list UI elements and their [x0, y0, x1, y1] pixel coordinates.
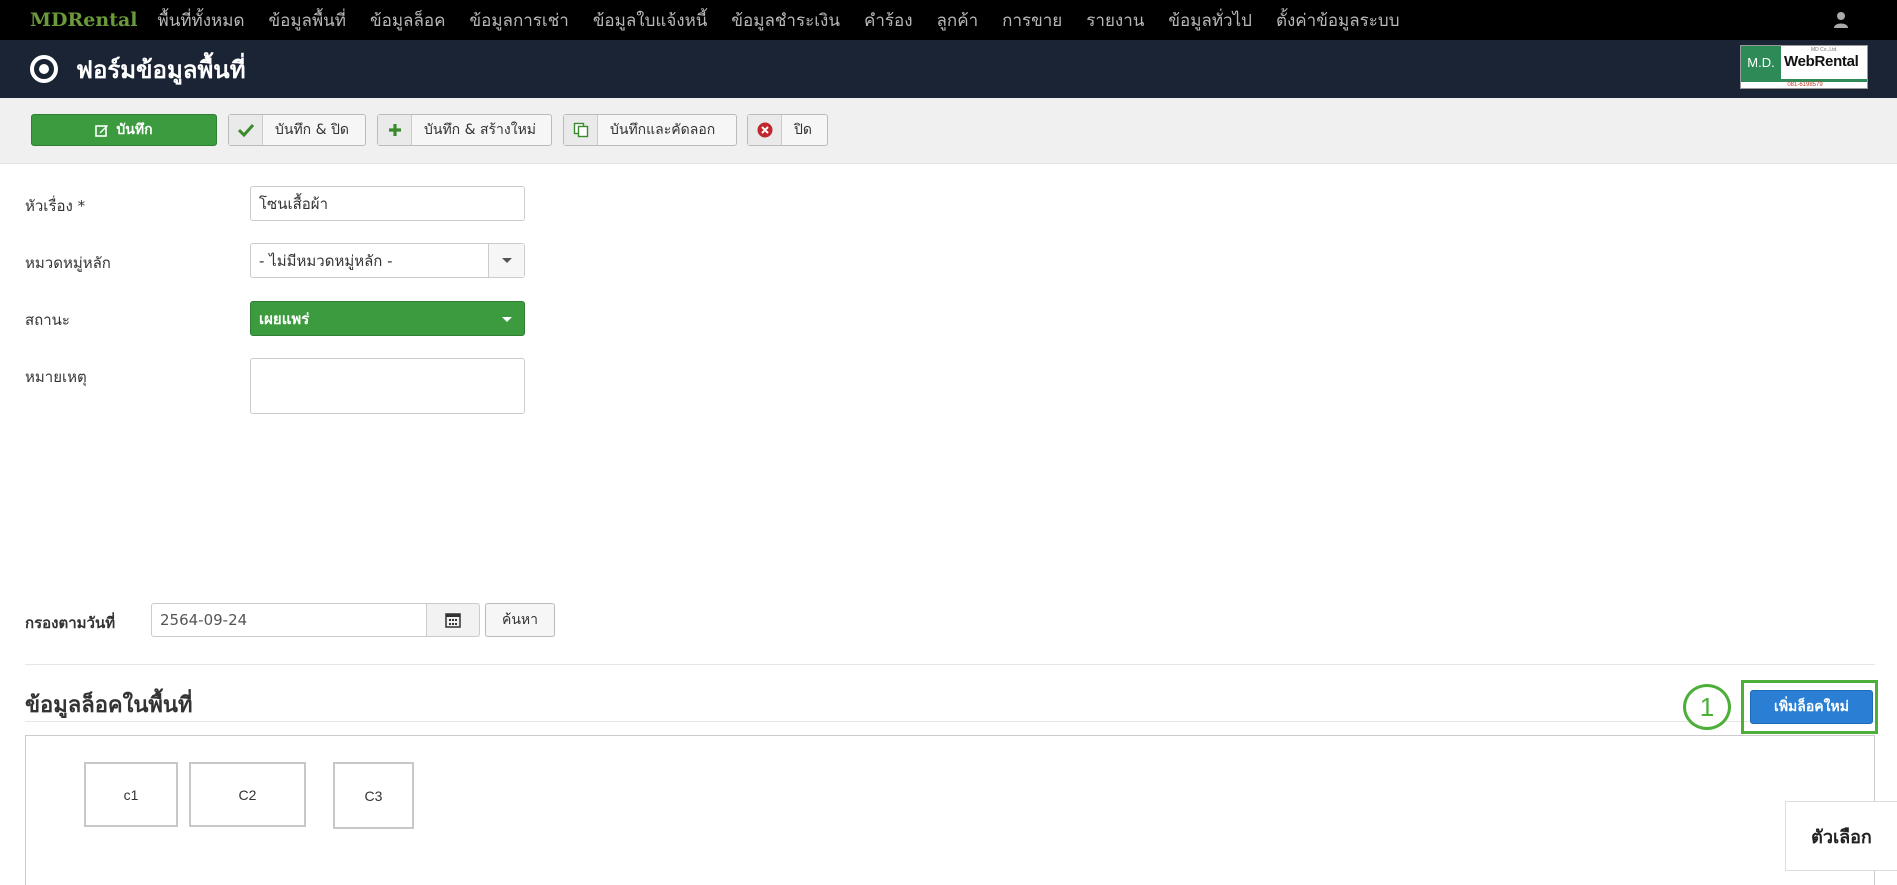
title-label: หัวเรื่อง * [25, 197, 86, 215]
nav-item-settings[interactable]: ตั้งค่าข้อมูลระบบ [1264, 7, 1412, 34]
nav-item-customers[interactable]: ลูกค้า [925, 7, 991, 34]
nav-item-sales[interactable]: การขาย [990, 7, 1074, 34]
save-copy-button[interactable]: บันทึกและคัดลอก [563, 114, 737, 146]
copy-icon [564, 115, 598, 145]
nav-item-lock-data[interactable]: ข้อมูลล็อค [358, 7, 457, 34]
status-select[interactable]: เผยแพร่ [250, 301, 525, 336]
note-textarea[interactable] [250, 358, 525, 414]
top-navbar: MDRental พื้นที่ทั้งหมด ข้อมูลพื้นที่ ข้… [0, 0, 1897, 40]
step-badge: 1 [1683, 684, 1731, 730]
category-select[interactable]: - ไม่มีหมวดหมู่หลัก - [250, 243, 525, 278]
chevron-down-icon [502, 317, 512, 322]
nav-item-general[interactable]: ข้อมูลทั่วไป [1156, 7, 1264, 34]
save-close-button[interactable]: บันทึก & ปิด [228, 114, 366, 146]
lock-item[interactable]: c1 [84, 762, 178, 827]
filter-date-input[interactable]: 2564-09-24 [151, 603, 427, 637]
nav-item-all-areas[interactable]: พื้นที่ทั้งหมด [146, 7, 257, 34]
close-circle-icon [748, 115, 782, 145]
lock-item[interactable]: C3 [333, 762, 414, 829]
plus-icon [378, 115, 412, 145]
brand-logo[interactable]: MDRental [30, 9, 138, 31]
options-button[interactable]: ตัวเลือก [1785, 801, 1897, 871]
page-title: ฟอร์มข้อมูลพื้นที่ [76, 55, 246, 84]
note-label: หมายเหตุ [25, 368, 87, 386]
target-icon [30, 55, 58, 83]
close-button[interactable]: ปิด [747, 114, 828, 146]
save-new-button[interactable]: บันทึก & สร้างใหม่ [377, 114, 552, 146]
check-icon [229, 115, 263, 145]
calendar-icon[interactable] [427, 603, 480, 637]
add-lock-button[interactable]: เพิ่มล็อคใหม่ [1750, 690, 1873, 724]
webrental-logo: M.D. MD Co.,Ltd. WebRental 081-6198579 [1740, 45, 1868, 89]
action-toolbar: บันทึก บันทึก & ปิด บันทึก & สร้างใหม่ บ… [0, 98, 1897, 164]
edit-icon [95, 125, 109, 137]
lock-item[interactable]: C2 [189, 762, 306, 827]
divider [25, 721, 1875, 722]
chevron-down-icon[interactable] [488, 244, 524, 277]
category-label: หมวดหมู่หลัก [25, 254, 111, 272]
nav-item-reports[interactable]: รายงาน [1074, 7, 1156, 34]
title-input[interactable]: โซนเสื้อผ้า [250, 186, 525, 221]
divider [25, 664, 1875, 665]
nav-item-payment-data[interactable]: ข้อมูลชำระเงิน [719, 7, 852, 34]
nav-item-area-data[interactable]: ข้อมูลพื้นที่ [257, 7, 359, 34]
lock-layout-area: c1 C2 C3 [25, 735, 1875, 885]
save-button[interactable]: บันทึก [31, 114, 217, 146]
nav-item-invoice-data[interactable]: ข้อมูลใบแจ้งหนี้ [581, 7, 720, 34]
user-icon[interactable] [1833, 11, 1849, 29]
search-button[interactable]: ค้นหา [485, 603, 555, 637]
nav-item-rental-data[interactable]: ข้อมูลการเช่า [457, 7, 580, 34]
status-label: สถานะ [25, 311, 70, 329]
filter-date-label: กรองตามวันที่ [25, 614, 116, 632]
lock-section-title: ข้อมูลล็อคในพื้นที่ [25, 693, 193, 718]
nav-item-requests[interactable]: คำร้อง [852, 7, 925, 34]
page-header: ฟอร์มข้อมูลพื้นที่ M.D. MD Co.,Ltd. WebR… [0, 40, 1897, 98]
